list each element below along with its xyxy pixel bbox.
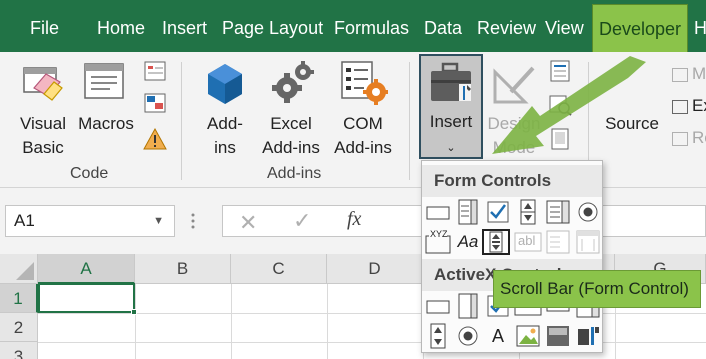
row-header-3[interactable]: 3 bbox=[0, 342, 38, 359]
spin-button-icon[interactable] bbox=[514, 199, 542, 225]
column-header-a[interactable]: A bbox=[38, 254, 135, 284]
com-addins-label-2: Add-ins bbox=[334, 138, 392, 157]
combo-list-edit-icon[interactable] bbox=[544, 229, 572, 255]
fill-handle[interactable] bbox=[131, 309, 137, 315]
visual-basic-button[interactable]: Visual Basic bbox=[14, 58, 72, 162]
column-header-d[interactable]: D bbox=[327, 254, 423, 284]
expansion-packs-icon bbox=[672, 99, 688, 114]
group-box-label: XYZ bbox=[430, 229, 448, 239]
map-properties-icon bbox=[672, 67, 688, 82]
more-controls-icon[interactable] bbox=[574, 323, 602, 349]
label-control-icon[interactable]: Aa bbox=[454, 229, 482, 255]
refresh-data-icon bbox=[672, 131, 688, 146]
refresh-data-label: Re bbox=[692, 128, 706, 147]
expansion-packs-label: Ex bbox=[692, 96, 706, 115]
code-group-label: Code bbox=[70, 165, 109, 182]
column-header-c[interactable]: C bbox=[231, 254, 327, 284]
activex-image-icon[interactable] bbox=[514, 323, 542, 349]
active-cell-a1[interactable] bbox=[38, 283, 137, 315]
gears-icon bbox=[270, 60, 316, 106]
activex-combo-box-icon[interactable] bbox=[454, 293, 482, 319]
insert-controls-dropdown: Form Controls XYZ Aa abl ActiveX Control… bbox=[421, 160, 603, 353]
com-addins-icon bbox=[340, 60, 388, 106]
tab-home[interactable]: Home bbox=[97, 0, 145, 52]
row-header-1[interactable]: 1 bbox=[0, 284, 38, 313]
checkbox-control-icon[interactable] bbox=[484, 199, 512, 225]
list-box-icon[interactable] bbox=[544, 199, 572, 225]
activex-spin-button-icon[interactable] bbox=[424, 323, 452, 349]
macro-security-icon[interactable] bbox=[143, 128, 167, 150]
addins-label-2: ins bbox=[214, 138, 236, 157]
insert-function-button[interactable]: fx bbox=[347, 208, 361, 231]
button-control-icon[interactable] bbox=[424, 199, 452, 225]
tab-review[interactable]: Review bbox=[477, 0, 536, 52]
relative-references-icon[interactable] bbox=[143, 92, 167, 114]
tab-file[interactable]: File bbox=[30, 0, 59, 52]
combo-dropdown-edit-icon[interactable] bbox=[574, 229, 602, 255]
activex-toggle-button-icon[interactable] bbox=[544, 323, 572, 349]
tab-help[interactable]: H bbox=[694, 0, 706, 52]
macros-label: Macros bbox=[78, 114, 134, 133]
addins-icon bbox=[204, 62, 246, 106]
visual-basic-label-1: Visual bbox=[20, 114, 66, 133]
toolbox-icon bbox=[429, 62, 475, 106]
select-all-corner[interactable] bbox=[0, 254, 38, 284]
record-macro-icon[interactable] bbox=[143, 60, 167, 82]
combo-box-icon[interactable] bbox=[454, 199, 482, 225]
macros-button[interactable]: Macros bbox=[74, 58, 138, 138]
pointer-arrow-icon bbox=[492, 56, 646, 154]
com-addins-label-1: COM bbox=[343, 114, 383, 133]
tab-developer[interactable]: Developer bbox=[592, 4, 689, 52]
tab-formulas[interactable]: Formulas bbox=[334, 0, 409, 52]
tab-page-layout[interactable]: Page Layout bbox=[222, 0, 323, 52]
activex-button-icon[interactable] bbox=[424, 293, 452, 319]
text-field-label: abl bbox=[518, 233, 536, 248]
visual-basic-label-2: Basic bbox=[22, 138, 64, 157]
group-box-icon[interactable]: XYZ bbox=[424, 229, 452, 255]
tab-data[interactable]: Data bbox=[424, 0, 462, 52]
addins-button[interactable]: Add- ins bbox=[198, 58, 252, 162]
chevron-down-icon[interactable]: ▼ bbox=[153, 206, 164, 236]
row-header-2[interactable]: 2 bbox=[0, 313, 38, 342]
map-properties-item[interactable]: M bbox=[672, 64, 706, 84]
tab-insert[interactable]: Insert bbox=[162, 0, 207, 52]
expansion-packs-item[interactable]: Ex bbox=[672, 96, 706, 116]
name-box-value: A1 bbox=[14, 211, 35, 230]
ribbon-separator bbox=[409, 62, 410, 180]
excel-addins-label-2: Add-ins bbox=[262, 138, 320, 157]
scroll-bar-tooltip: Scroll Bar (Form Control) bbox=[493, 270, 701, 308]
menu-bar: File Home Insert Page Layout Formulas Da… bbox=[0, 0, 706, 52]
activex-option-button-icon[interactable] bbox=[454, 323, 482, 349]
cancel-icon[interactable]: ✕ bbox=[239, 210, 257, 236]
visual-basic-icon bbox=[20, 60, 66, 106]
activex-label-icon[interactable]: A bbox=[484, 323, 512, 349]
scroll-bar-control-icon[interactable] bbox=[482, 229, 510, 255]
name-box[interactable]: A1 ▼ bbox=[5, 205, 175, 237]
com-addins-button[interactable]: COM Add-ins bbox=[330, 58, 396, 162]
excel-addins-button[interactable]: Excel Add-ins bbox=[256, 58, 326, 162]
macros-icon bbox=[82, 60, 128, 106]
refresh-data-item[interactable]: Re bbox=[672, 128, 706, 148]
formula-bar-grip-icon[interactable] bbox=[190, 210, 196, 232]
tab-view[interactable]: View bbox=[545, 0, 584, 52]
ribbon-separator bbox=[181, 62, 182, 180]
option-button-icon[interactable] bbox=[574, 199, 602, 225]
form-controls-heading: Form Controls bbox=[422, 165, 602, 197]
enter-icon[interactable]: ✓ bbox=[293, 208, 311, 234]
addins-group-label: Add-ins bbox=[267, 165, 322, 182]
map-properties-label: M bbox=[692, 64, 706, 83]
excel-addins-label-1: Excel bbox=[270, 114, 312, 133]
column-header-b[interactable]: B bbox=[135, 254, 231, 284]
text-field-icon[interactable]: abl bbox=[514, 229, 542, 255]
addins-label-1: Add- bbox=[207, 114, 243, 133]
